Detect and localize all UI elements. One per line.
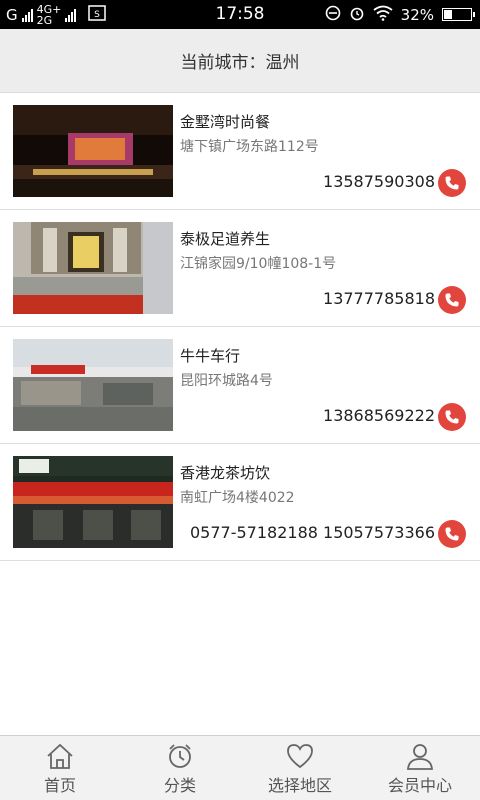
- shop-photo: [13, 456, 173, 548]
- shop-address: 塘下镇广场东路112号: [180, 139, 319, 155]
- shop-name: 泰极足道养生: [180, 230, 271, 248]
- call-button[interactable]: [438, 520, 466, 548]
- shop-address: 江锦家园9/10幢108-1号: [180, 256, 337, 272]
- user-icon: [407, 744, 433, 770]
- phone-icon: [445, 293, 459, 307]
- shop-address: 昆阳环城路4号: [180, 373, 273, 389]
- tab-category[interactable]: 分类: [120, 736, 240, 800]
- call-button[interactable]: [438, 286, 466, 314]
- do-not-disturb-icon: [325, 5, 341, 25]
- call-button[interactable]: [438, 403, 466, 431]
- shop-name: 金墅湾时尚餐: [180, 113, 271, 131]
- tab-home[interactable]: 首页: [0, 736, 120, 800]
- battery-percent: 32%: [400, 5, 434, 24]
- shop-list: 金墅湾时尚餐 塘下镇广场东路112号 13587590308 泰极足道养生 江锦…: [0, 93, 480, 561]
- shop-photo: [13, 339, 173, 431]
- tab-label: 会员中心: [387, 776, 452, 795]
- shop-row[interactable]: 牛牛车行 昆阳环城路4号 13868569222: [0, 327, 480, 444]
- tab-label: 选择地区: [267, 776, 332, 795]
- shop-row[interactable]: 泰极足道养生 江锦家园9/10幢108-1号 13777785818: [0, 210, 480, 327]
- home-icon: [47, 743, 73, 769]
- phone-icon: [445, 527, 459, 541]
- phone-icon: [445, 410, 459, 424]
- wifi-icon: [373, 5, 393, 25]
- shop-photo: [13, 105, 173, 197]
- tab-select-region[interactable]: 选择地区: [240, 736, 360, 800]
- alarm-icon: [349, 5, 365, 25]
- shop-phone[interactable]: 0577-57182188 15057573366: [190, 523, 435, 542]
- shop-address: 南虹广场4楼4022: [180, 490, 295, 506]
- shop-phone[interactable]: 13868569222: [323, 406, 435, 425]
- status-right: 32%: [325, 0, 475, 29]
- shop-name: 香港龙茶坊饮: [180, 464, 271, 482]
- shop-photo: [13, 222, 173, 314]
- city-header[interactable]: 当前城市：温州: [0, 29, 480, 93]
- heart-icon: [287, 744, 313, 769]
- status-bar: G 4G+ 2G S 17:58 32%: [0, 0, 480, 29]
- battery-icon: [442, 8, 475, 21]
- tab-label: 首页: [43, 776, 76, 795]
- tab-label: 分类: [163, 776, 196, 795]
- shop-row[interactable]: 香港龙茶坊饮 南虹广场4楼4022 0577-57182188 15057573…: [0, 444, 480, 561]
- battery-fill: [444, 10, 452, 19]
- shop-phone[interactable]: 13587590308: [323, 172, 435, 191]
- shop-name: 牛牛车行: [180, 347, 241, 365]
- call-button[interactable]: [438, 169, 466, 197]
- current-city-label: 当前城市：温州: [180, 53, 300, 73]
- shop-phone[interactable]: 13777785818: [323, 289, 435, 308]
- tab-member-center[interactable]: 会员中心: [360, 736, 480, 800]
- alarm-clock-icon: [169, 744, 191, 768]
- phone-icon: [445, 176, 459, 190]
- bottom-tab-bar: 首页 分类 选择地区 会员中心: [0, 735, 480, 800]
- shop-row[interactable]: 金墅湾时尚餐 塘下镇广场东路112号 13587590308: [0, 93, 480, 210]
